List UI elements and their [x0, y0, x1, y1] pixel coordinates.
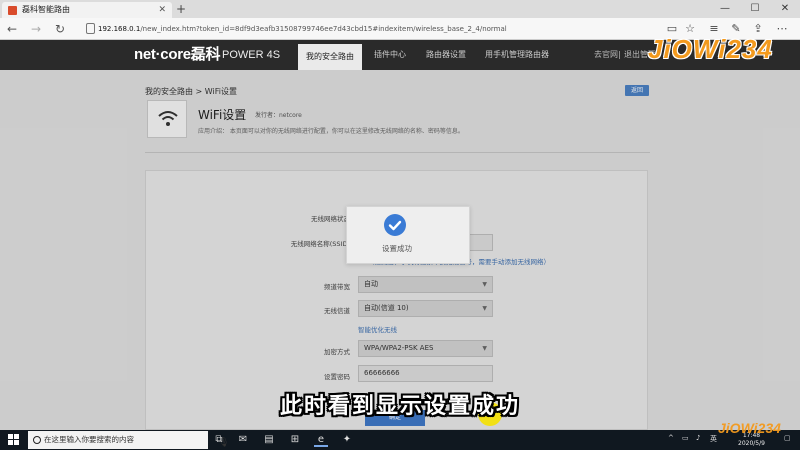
store-icon[interactable]: ⊞: [288, 433, 302, 447]
file-explorer-icon[interactable]: ▤: [262, 433, 276, 447]
minimize-button[interactable]: —: [710, 0, 740, 18]
tab-my-secure-router[interactable]: 我的安全路由: [298, 44, 362, 70]
tab-plugin-center[interactable]: 插件中心: [366, 40, 414, 70]
header-separator: |: [618, 50, 621, 59]
url-path: /new_index.htm?token_id=8df9d3eafb315087…: [140, 25, 507, 33]
success-check-icon: [384, 214, 406, 236]
router-model: POWER 4S: [222, 49, 281, 61]
url-host: 192.168.0.1: [98, 25, 141, 33]
official-site-link[interactable]: 去官网: [594, 40, 618, 70]
screen: 磊科智能路由 ✕ + — ☐ ✕ ← → ↻ 192.168.0.1/new_i…: [0, 0, 800, 450]
url-field[interactable]: 192.168.0.1/new_index.htm?token_id=8df9d…: [98, 21, 656, 37]
corner-watermark: JiOWi234: [718, 420, 781, 436]
more-icon[interactable]: ⋯: [774, 21, 790, 37]
close-window-button[interactable]: ✕: [770, 0, 800, 18]
tab-router-settings[interactable]: 路由器设置: [418, 40, 474, 70]
browser-tab-bar: 磊科智能路由 ✕ + — ☐ ✕: [0, 0, 800, 18]
network-icon[interactable]: ▭: [682, 434, 689, 442]
input-language[interactable]: 英: [710, 434, 717, 444]
tab-favicon-icon: [8, 6, 17, 15]
task-view-icon[interactable]: ⧉: [212, 433, 226, 447]
notifications-icon[interactable]: ▢: [784, 434, 791, 442]
taskbar-search[interactable]: 在这里输入你要搜索的内容 🎙: [28, 431, 229, 449]
taskbar-search-placeholder: 在这里输入你要搜索的内容: [44, 435, 134, 444]
forward-icon[interactable]: →: [28, 21, 44, 37]
taskbar: 在这里输入你要搜索的内容 🎙 ⧉ ✉ ▤ ⊞ e ✦ ^ ▭ ♪ 英 17:48…: [0, 430, 800, 450]
new-tab-button[interactable]: +: [176, 2, 186, 16]
close-tab-icon[interactable]: ✕: [158, 2, 166, 18]
app-icon[interactable]: ✦: [340, 433, 354, 447]
page-info-icon[interactable]: [86, 23, 95, 34]
success-message: 设置成功: [382, 244, 412, 253]
back-icon[interactable]: ←: [4, 21, 20, 37]
clock-date: 2020/5/9: [738, 440, 765, 447]
edge-browser-icon[interactable]: e: [314, 433, 328, 447]
search-icon: [33, 436, 41, 444]
windows-start-icon[interactable]: [8, 434, 20, 446]
volume-icon[interactable]: ♪: [696, 434, 700, 442]
mail-icon[interactable]: ✉: [236, 433, 250, 447]
maximize-button[interactable]: ☐: [740, 0, 770, 18]
site-watermark: JiOWi234: [648, 34, 773, 64]
success-modal: 设置成功: [346, 206, 470, 264]
video-subtitle: 此时看到显示设置成功: [279, 394, 520, 419]
tab-title: 磊科智能路由: [22, 5, 70, 14]
browser-tab[interactable]: 磊科智能路由 ✕: [2, 2, 172, 18]
netcore-logo: net·core磊科: [134, 46, 221, 63]
refresh-icon[interactable]: ↻: [52, 21, 68, 37]
tab-mobile-manage[interactable]: 用手机管理路由器: [478, 40, 556, 70]
tray-chevron-icon[interactable]: ^: [668, 434, 674, 442]
